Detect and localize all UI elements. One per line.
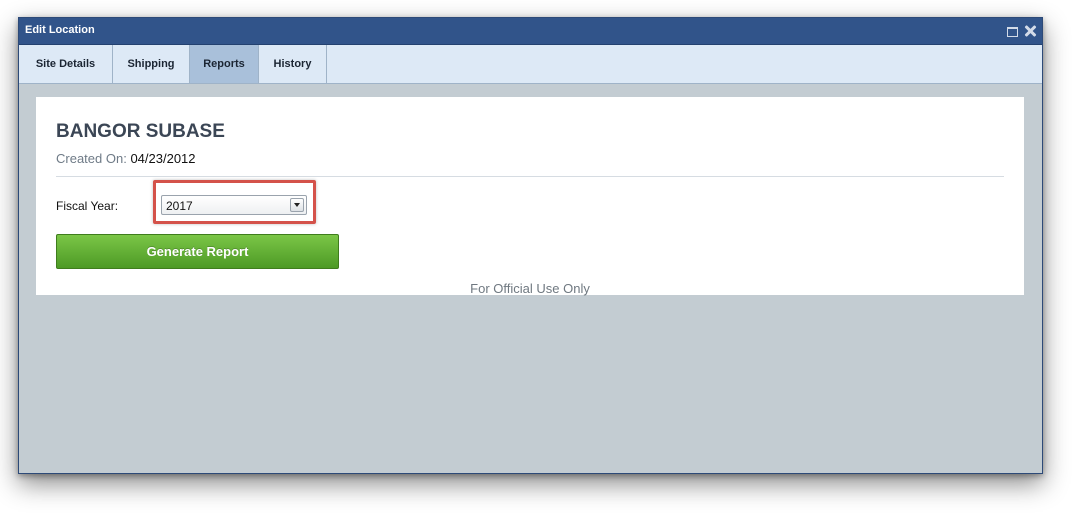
official-use-note: For Official Use Only bbox=[470, 281, 590, 296]
tab-site-details[interactable]: Site Details bbox=[19, 45, 113, 83]
created-on-date: 04/23/2012 bbox=[130, 151, 196, 166]
edit-location-window: Edit Location Site Details Shipping Repo… bbox=[18, 17, 1043, 474]
close-icon[interactable] bbox=[1023, 24, 1037, 38]
title-bar[interactable]: Edit Location bbox=[19, 18, 1042, 45]
created-on-line: Created On: 04/23/2012 bbox=[56, 151, 196, 166]
site-name-heading: BANGOR SUBASE bbox=[56, 121, 225, 142]
window-controls bbox=[1005, 24, 1037, 38]
created-on-label: Created On: bbox=[56, 151, 127, 166]
maximize-icon[interactable] bbox=[1005, 24, 1019, 38]
tab-history[interactable]: History bbox=[259, 45, 327, 83]
fiscal-year-label: Fiscal Year: bbox=[56, 199, 119, 213]
divider bbox=[56, 176, 1004, 177]
tab-reports[interactable]: Reports bbox=[190, 45, 259, 83]
fiscal-year-value: 2017 bbox=[166, 199, 193, 213]
tab-bar: Site Details Shipping Reports History bbox=[19, 45, 1042, 84]
generate-report-button[interactable]: Generate Report bbox=[56, 234, 339, 269]
window-title: Edit Location bbox=[25, 24, 95, 36]
reports-panel: BANGOR SUBASE Created On: 04/23/2012 Fis… bbox=[36, 97, 1024, 296]
chevron-down-icon[interactable] bbox=[290, 198, 304, 212]
fiscal-year-select[interactable]: 2017 bbox=[161, 195, 307, 215]
tab-shipping[interactable]: Shipping bbox=[113, 45, 190, 83]
